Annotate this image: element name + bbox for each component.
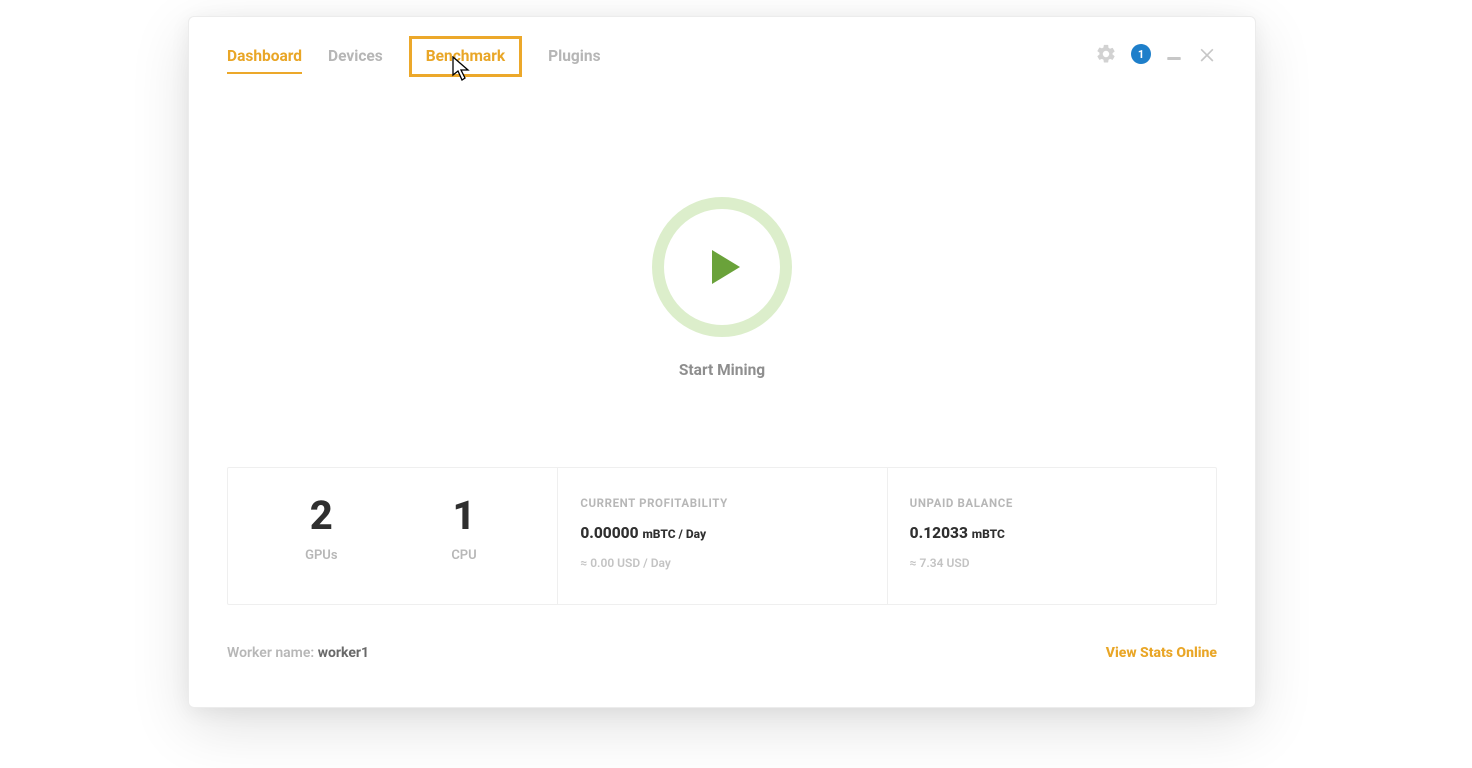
notification-badge[interactable]: 1 (1131, 44, 1151, 64)
play-icon (712, 250, 740, 284)
profitability-fiat: ≈ 0.00 USD / Day (580, 556, 864, 570)
start-mining-label: Start Mining (679, 361, 765, 379)
tab-benchmark[interactable]: Benchmark (409, 36, 522, 77)
profitability-title: CURRENT PROFITABILITY (580, 496, 864, 510)
tab-devices[interactable]: Devices (328, 47, 383, 66)
worker-name: Worker name: worker1 (227, 645, 369, 661)
close-icon[interactable] (1197, 44, 1217, 64)
hardware-card: 2 GPUs 1 CPU (228, 468, 557, 604)
view-stats-link[interactable]: View Stats Online (1106, 645, 1217, 661)
stats-cards: 2 GPUs 1 CPU CURRENT PROFITABILITY 0.000… (227, 467, 1217, 605)
profitability-card: CURRENT PROFITABILITY 0.00000 mBTC / Day… (557, 468, 886, 604)
balance-title: UNPAID BALANCE (910, 496, 1194, 510)
minimize-icon[interactable] (1165, 45, 1183, 63)
gpu-label: GPUs (250, 548, 393, 563)
cpu-summary: 1 CPU (393, 496, 536, 570)
app-window: Dashboard Devices Benchmark Plugins 1 St… (188, 16, 1256, 708)
window-controls: 1 (1095, 43, 1217, 65)
footer-bar: Worker name: worker1 View Stats Online (227, 645, 1217, 661)
tab-plugins[interactable]: Plugins (548, 47, 600, 66)
cpu-count: 1 (393, 496, 536, 536)
balance-value: 0.12033 mBTC (910, 524, 1194, 542)
settings-icon[interactable] (1095, 43, 1117, 65)
cpu-label: CPU (393, 548, 536, 563)
start-mining-button[interactable] (652, 197, 792, 337)
gpu-summary: 2 GPUs (250, 496, 393, 570)
top-bar: Dashboard Devices Benchmark Plugins 1 (227, 17, 1217, 77)
nav-tabs: Dashboard Devices Benchmark Plugins (227, 47, 601, 77)
gpu-count: 2 (250, 496, 393, 536)
start-mining-area: Start Mining (227, 197, 1217, 379)
balance-card: UNPAID BALANCE 0.12033 mBTC ≈ 7.34 USD (887, 468, 1216, 604)
balance-fiat: ≈ 7.34 USD (910, 556, 1194, 570)
profitability-value: 0.00000 mBTC / Day (580, 524, 864, 542)
tab-dashboard[interactable]: Dashboard (227, 47, 302, 74)
